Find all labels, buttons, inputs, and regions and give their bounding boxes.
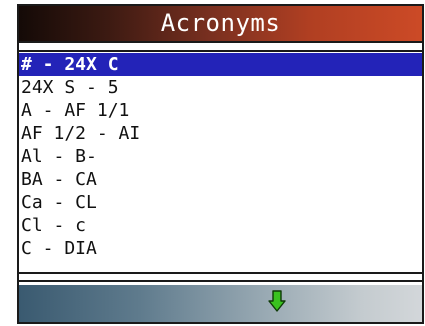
bottom-bar-gradient xyxy=(19,285,422,322)
title-bar: Acronyms xyxy=(19,6,422,43)
bottom-navigation-bar xyxy=(19,280,422,322)
list-item[interactable]: Al - B- xyxy=(19,145,422,168)
acronyms-screen: Acronyms # - 24X C 24X S - 5 A - AF 1/1 … xyxy=(17,4,424,324)
acronym-list: # - 24X C 24X S - 5 A - AF 1/1 AF 1/2 - … xyxy=(19,53,422,260)
list-item-selected[interactable]: # - 24X C xyxy=(19,53,422,76)
list-item[interactable]: 24X S - 5 xyxy=(19,76,422,99)
down-arrow-icon[interactable] xyxy=(268,290,286,312)
screen-title: Acronyms xyxy=(160,9,281,37)
list-item[interactable]: Cl - c xyxy=(19,214,422,237)
list-item[interactable]: BA - CA xyxy=(19,168,422,191)
list-item[interactable]: A - AF 1/1 xyxy=(19,99,422,122)
list-item[interactable]: C - DIA xyxy=(19,237,422,260)
list-item[interactable]: AF 1/2 - AI xyxy=(19,122,422,145)
acronym-list-panel[interactable]: # - 24X C 24X S - 5 A - AF 1/1 AF 1/2 - … xyxy=(19,50,422,274)
list-item[interactable]: Ca - CL xyxy=(19,191,422,214)
